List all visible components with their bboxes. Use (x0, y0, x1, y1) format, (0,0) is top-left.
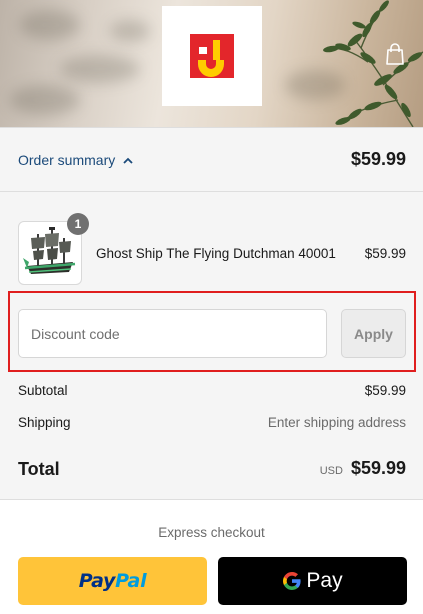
shipping-value: Enter shipping address (267, 415, 406, 430)
chevron-up-icon (123, 157, 133, 164)
apply-discount-button[interactable]: Apply (341, 309, 406, 358)
order-details: 1 Ghost Ship The Flying Dutchman 40001 $… (0, 192, 423, 500)
express-checkout-label: Express checkout (158, 525, 265, 540)
store-logo-icon (190, 34, 234, 78)
subtotal-label: Subtotal (18, 383, 68, 398)
shipping-label: Shipping (18, 415, 71, 430)
order-summary-label: Order summary (18, 152, 116, 168)
shopping-bag-icon[interactable] (384, 42, 406, 66)
google-g-icon (283, 572, 302, 590)
total-amount-group: USD $59.99 (320, 458, 406, 479)
order-summary-bar: Order summary $59.99 (0, 127, 423, 192)
paypal-button[interactable]: PayPal (18, 557, 207, 605)
total-label: Total (18, 459, 60, 479)
product-name: Ghost Ship The Flying Dutchman 40001 (96, 246, 336, 261)
paypal-logo: PayPal (78, 570, 147, 592)
google-pay-label: Pay (306, 569, 343, 592)
quantity-badge: 1 (67, 213, 89, 235)
google-pay-button[interactable]: Pay (218, 557, 407, 605)
order-summary-total: $59.99 (350, 149, 406, 169)
product-price: $59.99 (364, 246, 406, 261)
subtotal-value: $59.99 (364, 383, 406, 398)
total-currency: USD (319, 465, 343, 477)
store-logo[interactable] (162, 6, 262, 106)
header-banner (0, 0, 423, 127)
google-pay-logo: Pay (282, 569, 343, 593)
total-amount: $59.99 (350, 458, 406, 478)
order-summary-toggle[interactable]: Order summary (18, 152, 133, 168)
discount-code-input[interactable] (18, 309, 327, 358)
